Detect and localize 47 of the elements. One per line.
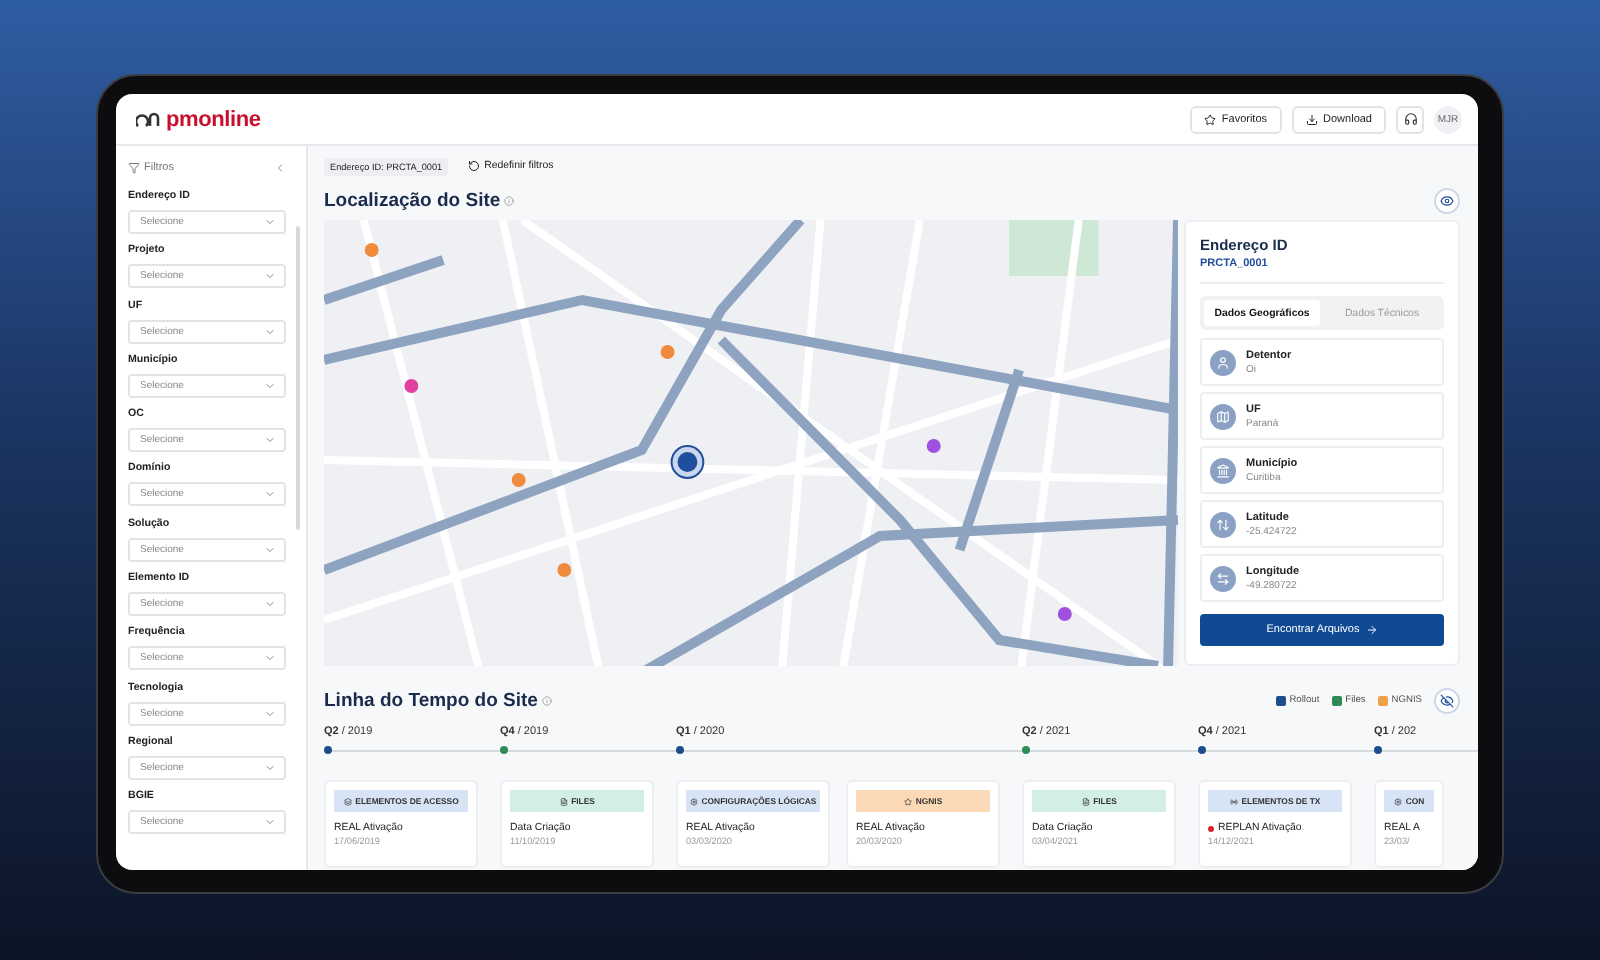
chevron-down-icon <box>264 434 276 447</box>
info-icon[interactable] <box>504 195 515 205</box>
logo-text: pmonline <box>166 107 261 131</box>
section-title: Linha do Tempo do Site <box>324 689 538 711</box>
field-type-icon <box>1216 517 1230 531</box>
chevron-down-icon <box>264 652 276 665</box>
visibility-button[interactable] <box>1434 187 1460 213</box>
tag-icon <box>1393 797 1402 805</box>
support-button[interactable] <box>1396 105 1424 133</box>
tag-icon <box>903 797 912 805</box>
tag-icon <box>1081 797 1090 805</box>
tag-icon <box>1229 797 1238 805</box>
reset-icon <box>468 160 481 172</box>
hide-button[interactable] <box>1434 687 1460 713</box>
chevron-down-icon <box>264 543 276 556</box>
star-icon <box>1203 113 1216 125</box>
chevron-down-icon <box>264 488 276 501</box>
field-type-icon <box>1216 409 1230 423</box>
tag-icon <box>343 797 352 805</box>
chevron-down-icon <box>264 761 276 774</box>
field-type-icon <box>1216 463 1230 477</box>
logo-icon <box>136 111 160 127</box>
eye-off-icon <box>1440 693 1454 707</box>
chevron-down-icon <box>264 707 276 720</box>
collapse-icon[interactable] <box>274 162 286 174</box>
checkbox[interactable] <box>1331 695 1342 705</box>
chevron-down-icon <box>264 379 276 392</box>
section-title: Localização do Site <box>324 189 501 211</box>
checkbox[interactable] <box>1275 695 1286 705</box>
map-drawing[interactable] <box>324 220 1178 666</box>
filter-icon <box>128 162 140 174</box>
eye-icon <box>1440 193 1454 207</box>
field-type-icon <box>1216 355 1230 369</box>
field-type-icon <box>1216 571 1230 585</box>
tag-icon <box>559 797 568 805</box>
download-icon <box>1305 113 1318 125</box>
checkbox[interactable] <box>1377 695 1388 705</box>
info-icon[interactable] <box>541 695 552 705</box>
tag-icon <box>689 797 698 805</box>
arrow-right-icon <box>1365 624 1378 636</box>
scrollbar[interactable] <box>296 226 300 530</box>
chevron-down-icon <box>264 325 276 338</box>
headset-icon <box>1403 112 1417 126</box>
chevron-down-icon <box>264 598 276 611</box>
chevron-down-icon <box>264 270 276 283</box>
chevron-down-icon <box>264 216 276 228</box>
chevron-down-icon <box>264 816 276 829</box>
